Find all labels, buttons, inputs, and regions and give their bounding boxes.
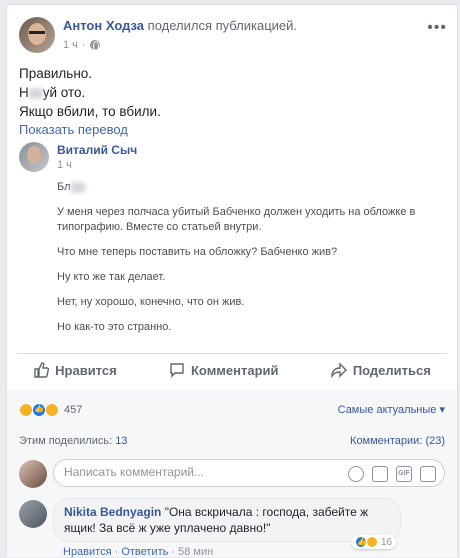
comment-reactions[interactable]: 16 [351,535,397,549]
commenter-avatar[interactable] [19,500,47,528]
post-header: Антон Ходза поделился публикацией. 1 ч ·… [19,17,447,57]
share-button[interactable]: Поделиться [331,362,431,378]
post-line-3: Якщо вбили, то вбили. [19,104,161,119]
like-label: Нравится [55,362,117,378]
post-author-name[interactable]: Антон Ходза [63,18,144,33]
censor-blur [28,87,43,99]
comment-bubble: Nikita Bednyagin "Она вскричала : господ… [53,498,401,542]
like-reaction-icon [32,403,46,417]
censor-blur [70,181,85,193]
comment-actions: Нравится · Ответить · 58 мин [63,546,214,558]
post-line-2: Нуй ото. [19,85,86,100]
reactions-summary: 457 Самые актуальные ▾ [7,390,457,430]
like-button[interactable]: Нравится [33,362,117,378]
comment-icon [170,363,184,378]
shares-count: Этим поделились: 13 [19,435,128,447]
my-avatar [19,460,47,488]
shared-author-name[interactable]: Виталий Сыч [57,143,137,157]
divider [17,353,447,354]
wow-icon [45,403,59,417]
comment-button[interactable]: Комментарий [169,362,279,378]
comment-reply-link[interactable]: Ответить [121,546,168,558]
post-actions: Нравится Комментарий Поделиться [7,355,457,385]
composer-icons: GIF [348,466,436,482]
commenter-name[interactable]: Nikita Bednyagin [64,505,161,519]
share-icon [331,362,347,378]
comment-item: Nikita Bednyagin "Она вскричала : господ… [7,492,457,558]
haha-icon [366,536,378,548]
comment-input-box[interactable]: GIF [53,459,445,487]
post-author-line: Антон Ходза поделился публикацией. [63,18,297,33]
comment-composer: GIF [7,454,457,492]
shares-link[interactable]: 13 [115,435,127,447]
author-avatar[interactable] [19,17,55,53]
comment-sort-dropdown[interactable]: Самые актуальные ▾ [338,403,445,416]
post-time[interactable]: 1 ч [63,39,78,51]
more-options-icon[interactable]: ••• [427,19,447,37]
post-line-1: Правильно. [19,66,93,81]
comment-input[interactable] [64,465,324,479]
post-action-text: поделился публикацией. [147,18,298,33]
sticker-icon[interactable] [420,466,436,482]
shared-paragraph: Что мне теперь поставить на обложку? Баб… [57,246,338,258]
share-label: Поделиться [352,362,431,378]
gif-icon[interactable]: GIF [396,466,412,482]
haha-icon [19,403,33,417]
shared-post-body: Бл У меня через полчаса убитый Бабченко … [57,180,417,345]
post-card: Антон Ходза поделился публикацией. 1 ч ·… [6,4,458,558]
shared-paragraph: Нет, ну хорошо, конечно, что он жив. [57,296,245,308]
comment-time[interactable]: 58 мин [178,546,213,558]
emoji-icon[interactable] [348,466,364,482]
shared-greeting: Бл [57,180,417,195]
shared-paragraph: У меня через полчаса убитый Бабченко дол… [57,206,416,233]
shared-paragraph: Но как-то это странно. [57,321,172,333]
comment-label: Комментарий [190,362,279,378]
show-translation-link[interactable]: Показать перевод [19,122,128,137]
reactions-count[interactable]: 457 [19,403,82,417]
thumbs-up-icon [34,362,50,378]
globe-icon[interactable] [89,40,100,51]
comment-like-link[interactable]: Нравится [63,546,112,558]
shared-time[interactable]: 1 ч [57,159,72,171]
post-meta: 1 ч · [63,39,100,51]
camera-icon[interactable] [372,466,388,482]
shared-paragraph: Ну кто же так делает. [57,271,166,283]
comments-count[interactable]: Комментарии: (23) [350,435,445,447]
post-text: Правильно. Нуй ото. Якщо вбили, то вбили… [19,64,161,121]
post-stats: Этим поделились: 13 Комментарии: (23) [7,430,457,454]
shared-author-avatar[interactable] [19,142,49,172]
